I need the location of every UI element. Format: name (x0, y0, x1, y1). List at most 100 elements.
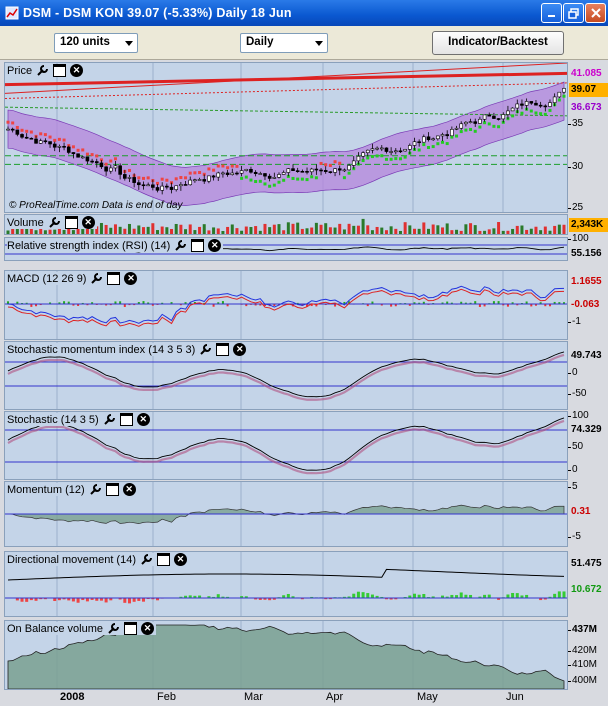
ma-dot (300, 177, 304, 181)
period-select[interactable]: Daily (240, 33, 328, 53)
indicator-backtest-button[interactable]: Indicator/Backtest (432, 31, 564, 55)
wrench-icon[interactable] (103, 413, 116, 426)
close-panel-icon[interactable]: ✕ (174, 553, 187, 566)
window-icon[interactable] (119, 413, 133, 426)
candle-body (426, 136, 431, 141)
candle-body (468, 121, 473, 123)
candle-body (506, 110, 510, 115)
close-panel-icon[interactable]: ✕ (208, 239, 222, 252)
volume-bar (520, 225, 524, 234)
volume-bar (375, 226, 379, 234)
price-chart[interactable] (5, 63, 567, 212)
window-icon[interactable] (64, 216, 78, 229)
smi-badge: 49.743 (571, 350, 602, 361)
ma-dot (469, 127, 473, 131)
ma-dot (314, 176, 318, 180)
stochastic-panel[interactable]: Stochastic (14 3 5) ✕ (4, 411, 568, 480)
volume-bar (497, 222, 501, 234)
ma-dot (473, 129, 477, 133)
rsi-panel[interactable]: Relative strength index (RSI) (14) ✕ (4, 237, 568, 261)
close-window-button[interactable] (585, 3, 606, 23)
window-icon[interactable] (124, 622, 137, 635)
wrench-icon[interactable] (174, 239, 187, 252)
ma-dot (487, 122, 491, 126)
ma-dot (277, 180, 281, 184)
close-panel-icon[interactable]: ✕ (141, 622, 154, 635)
candle-body (127, 177, 132, 179)
obv-panel[interactable]: On Balance volume ✕ (4, 620, 568, 690)
ma-dot (15, 125, 19, 129)
candle-body (356, 155, 361, 162)
close-panel-icon[interactable]: ✕ (124, 272, 138, 285)
ma-dot (230, 164, 234, 168)
units-select[interactable]: 120 units (54, 33, 138, 53)
ma-dot (160, 177, 164, 181)
candle-body (202, 179, 207, 182)
wrench-icon[interactable] (89, 483, 102, 496)
window-icon[interactable] (157, 553, 170, 566)
macd-panel[interactable]: MACD (12 26 9) ✕ (4, 270, 568, 340)
volume-bar (254, 226, 258, 234)
panel-title: Momentum (12) (7, 483, 85, 496)
smi-panel[interactable]: Stochastic momentum index (14 3 5 3) ✕ (4, 341, 568, 410)
panel-header: Stochastic momentum index (14 3 5 3) ✕ (7, 343, 249, 356)
close-panel-icon[interactable]: ✕ (233, 343, 247, 356)
candle-body (99, 162, 104, 168)
ma-dot (543, 112, 547, 116)
wrench-icon[interactable] (36, 64, 49, 77)
x-tick-jun: Jun (506, 691, 524, 703)
window-icon[interactable] (53, 64, 67, 77)
momentum-panel[interactable]: Momentum (12) ✕ (4, 481, 568, 547)
ma-dot (235, 164, 239, 168)
maximize-button[interactable] (563, 3, 584, 23)
price-panel[interactable]: Price ✕ © ProRealTime.com Data is end of… (4, 62, 568, 213)
candle-body (281, 172, 286, 175)
candle-body (314, 168, 319, 171)
candle-body (90, 160, 94, 163)
panel-title: Volume (7, 216, 44, 229)
dm-bar (25, 598, 29, 602)
wrench-icon[interactable] (107, 622, 120, 635)
volume-bar (291, 223, 295, 234)
candle-body (15, 129, 20, 135)
volume-bar (235, 228, 239, 234)
wrench-icon[interactable] (48, 216, 61, 229)
volume-bar (427, 228, 431, 234)
axis-tick: 437M (567, 624, 598, 635)
ma-dot (455, 134, 459, 138)
axis-tick: 50 (567, 441, 584, 452)
signal-line (7, 419, 565, 475)
candle-body (211, 175, 216, 178)
volume-bar (132, 228, 136, 234)
directional-movement-panel[interactable]: Directional movement (14) ✕ (4, 551, 568, 617)
close-panel-icon[interactable]: ✕ (136, 413, 150, 426)
close-panel-icon[interactable]: ✕ (122, 483, 136, 496)
close-panel-icon[interactable]: ✕ (81, 216, 95, 229)
ma-dot (398, 157, 402, 161)
wrench-icon[interactable] (140, 553, 153, 566)
volume-bar (473, 225, 477, 234)
window-icon[interactable] (191, 239, 205, 252)
axis-tick: 420M (567, 645, 598, 656)
candle-body (478, 118, 482, 124)
window-icon[interactable] (105, 483, 119, 496)
volume-bar (277, 224, 281, 234)
ma-dot (272, 183, 276, 187)
candle-body (132, 177, 136, 183)
volume-panel[interactable]: Volume ✕ (4, 214, 568, 235)
ma-dot (394, 157, 398, 161)
dm-bar (76, 598, 80, 603)
window-icon[interactable] (216, 343, 230, 356)
volume-bar (137, 225, 141, 234)
volume-bar (81, 228, 85, 234)
candle-body (361, 152, 365, 157)
ma-dot (6, 120, 10, 124)
close-panel-icon[interactable]: ✕ (70, 64, 84, 77)
ma-dot (282, 178, 286, 182)
candle-body (417, 141, 421, 144)
window-icon[interactable] (107, 272, 121, 285)
volume-bar (356, 225, 360, 234)
minimize-button[interactable] (541, 3, 562, 23)
wrench-icon[interactable] (90, 272, 103, 285)
wrench-icon[interactable] (199, 343, 212, 356)
